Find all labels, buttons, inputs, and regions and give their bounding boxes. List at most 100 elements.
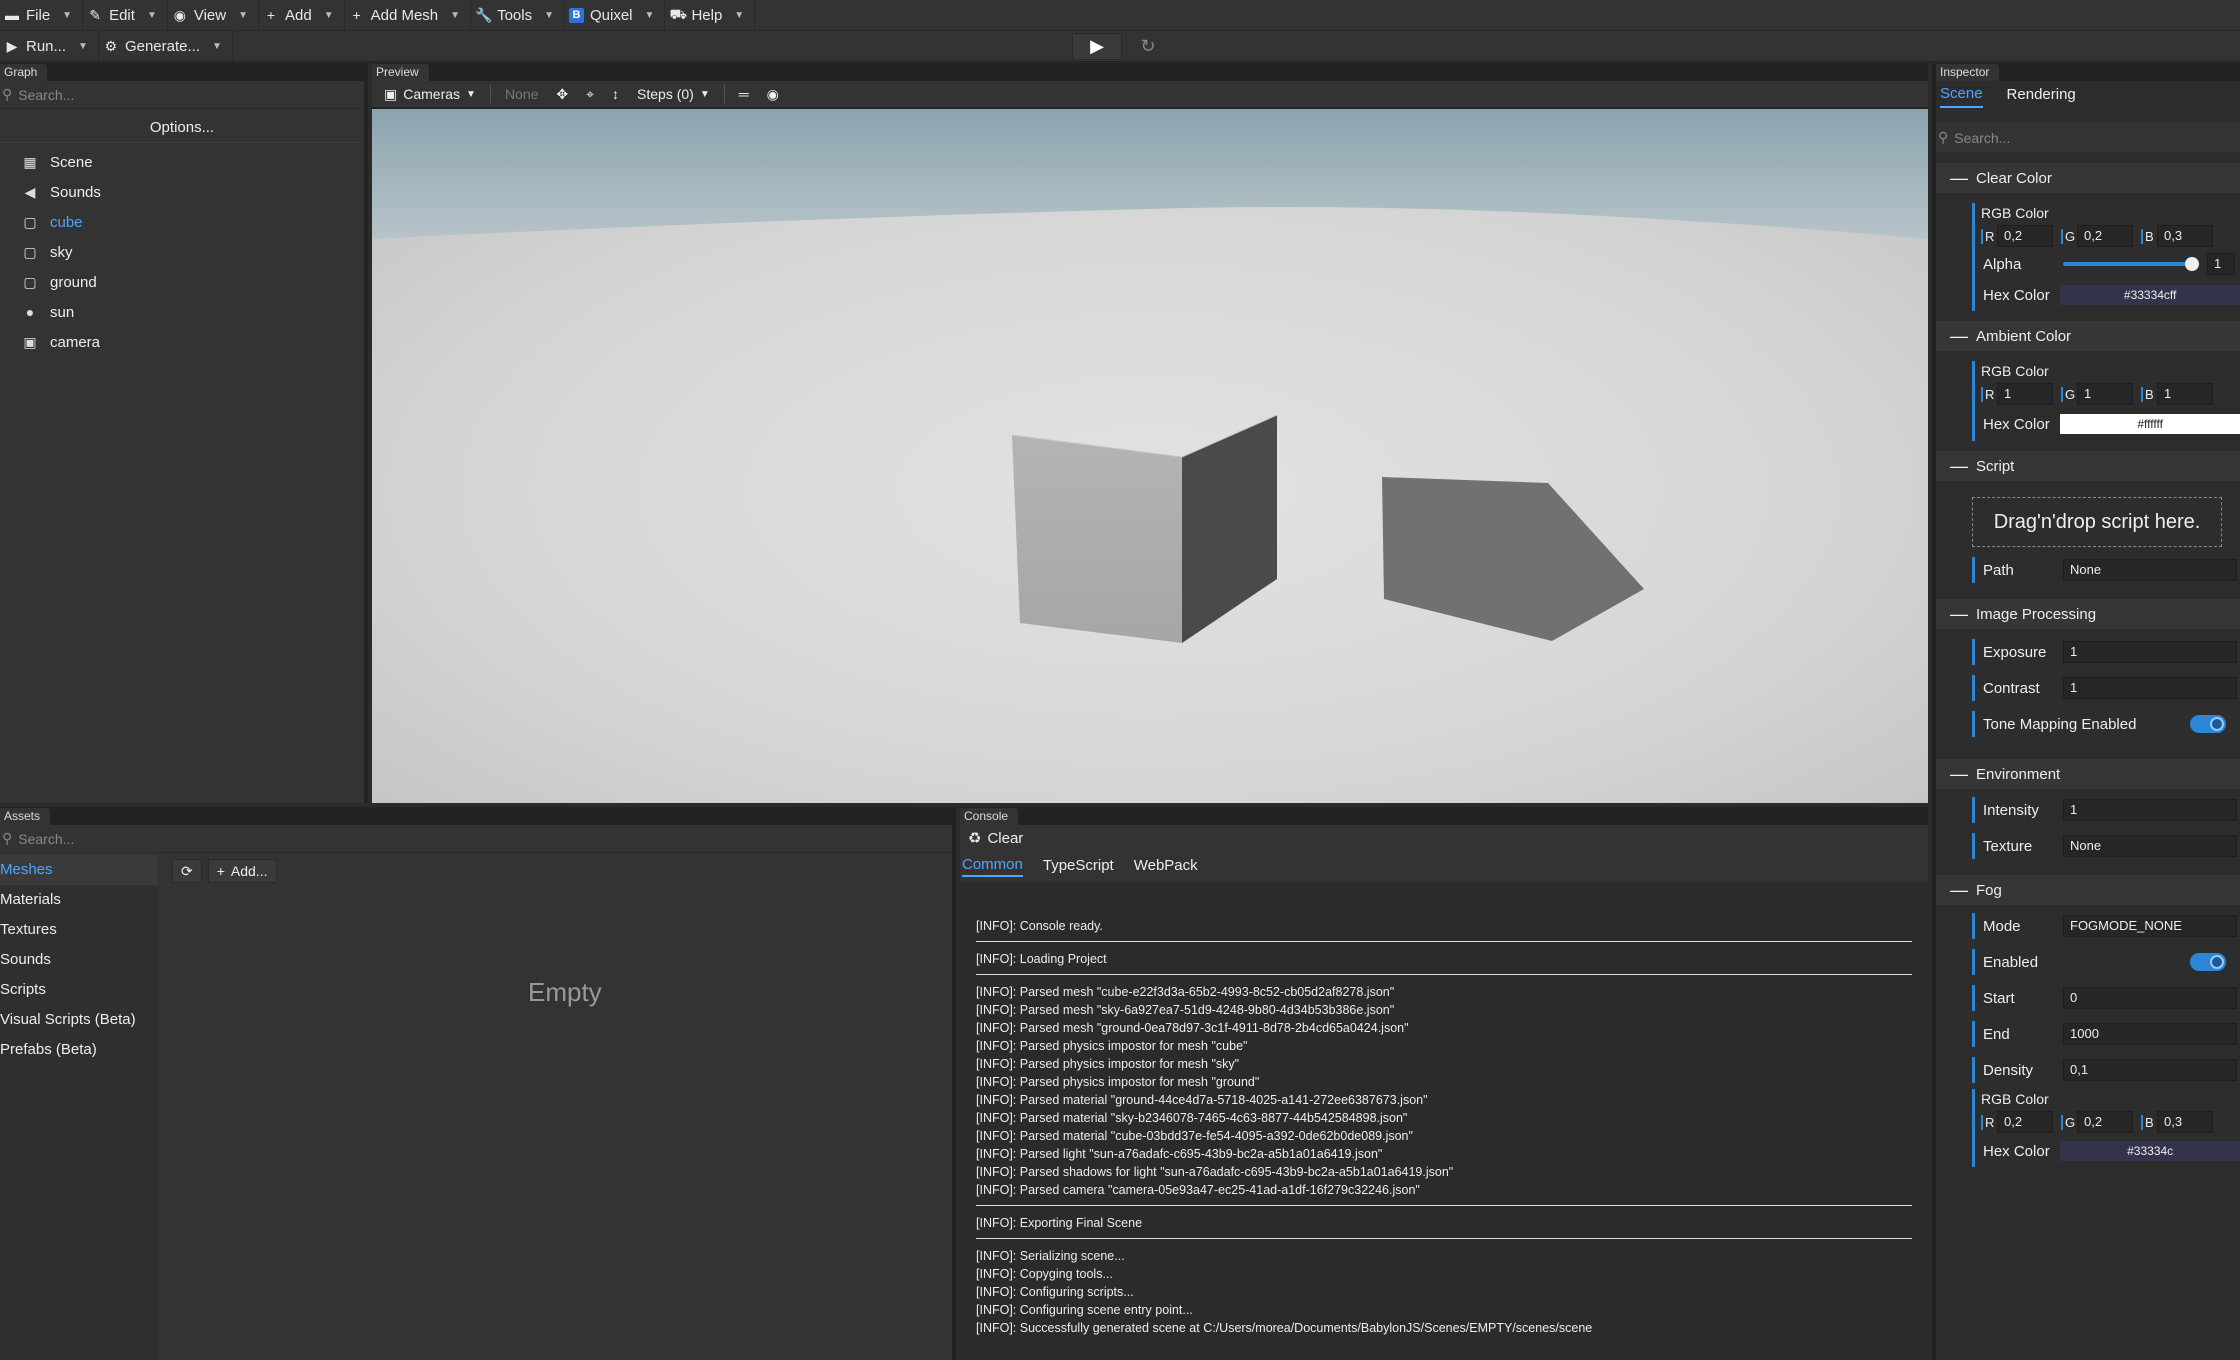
graph-item-label: cube — [50, 213, 83, 231]
graph-item-sounds[interactable]: ◀ Sounds — [0, 177, 364, 207]
assets-search-input[interactable] — [18, 830, 779, 847]
graph-item-camera[interactable]: ▣ camera — [0, 327, 364, 357]
scale-gizmo-button[interactable]: ↕ — [608, 81, 623, 107]
ambient-color-hex-input[interactable]: #ffffff — [2060, 414, 2240, 434]
graph-search-input[interactable] — [18, 86, 308, 103]
steps-dropdown[interactable]: Steps (0) ▼ — [633, 81, 714, 107]
clear-button[interactable]: ♻ Clear — [960, 825, 1928, 851]
asset-category-visual-scripts-beta[interactable]: Visual Scripts (Beta) — [0, 1005, 158, 1035]
fog-enabled-toggle[interactable] — [2190, 953, 2226, 971]
intensity-input[interactable]: 1 — [2063, 799, 2237, 821]
tab-rendering[interactable]: Rendering — [2007, 86, 2076, 107]
inspector-tab[interactable]: Inspector — [1936, 64, 2000, 81]
gizmo-none-button[interactable]: None — [501, 81, 542, 107]
asset-category-meshes[interactable]: Meshes — [0, 855, 158, 885]
fog-hex-input[interactable]: #33334c — [2060, 1141, 2240, 1161]
view-menu[interactable]: ◉ View ▼ — [168, 0, 259, 31]
refresh-button[interactable]: ⟳ — [172, 859, 202, 883]
recycle-icon: ♻ — [968, 830, 982, 847]
asset-category-sounds[interactable]: Sounds — [0, 945, 158, 975]
graph-item-cube[interactable]: ▢ cube — [0, 207, 364, 237]
alpha-input[interactable]: 1 — [2207, 253, 2235, 275]
fog-color-b-input[interactable]: 0,3 — [2157, 1111, 2213, 1133]
ambient-color-r-input[interactable]: 1 — [1997, 383, 2053, 405]
contrast-input[interactable]: 1 — [2063, 677, 2237, 699]
folder-icon: ▬ — [5, 7, 19, 23]
clear-color-b-input[interactable]: 0,3 — [2157, 225, 2213, 247]
alpha-slider[interactable] — [2063, 257, 2199, 271]
fog-mode-select[interactable]: FOGMODE_NONE — [2063, 915, 2237, 937]
ambient-color-header[interactable]: — Ambient Color — [1936, 321, 2240, 351]
inspector-panel: Inspector Scene Rendering ⚲ —Clear Color… — [1932, 63, 2240, 1360]
fog-color-g-input[interactable]: 0,2 — [2077, 1111, 2133, 1133]
play-icon: ▶ — [6, 37, 18, 54]
asset-category-scripts[interactable]: Scripts — [0, 975, 158, 1005]
options-button[interactable]: Options... — [0, 113, 364, 143]
clear-color-r-input[interactable]: 0,2 — [1997, 225, 2053, 247]
preview-tab[interactable]: Preview — [372, 64, 429, 81]
image-processing-header[interactable]: — Image Processing — [1936, 599, 2240, 629]
tab-common[interactable]: Common — [962, 856, 1023, 877]
asset-categories: Meshes Materials Textures Sounds Scripts Visu… — [0, 855, 158, 1065]
inspector-search-input[interactable] — [1954, 129, 2196, 146]
tab-scene[interactable]: Scene — [1940, 85, 1983, 108]
restart-button[interactable]: ↻ — [1128, 33, 1168, 60]
asset-category-textures[interactable]: Textures — [0, 915, 158, 945]
scene-viewport[interactable] — [372, 109, 1928, 803]
tone-mapping-toggle[interactable] — [2190, 715, 2226, 733]
help-menu[interactable]: ⛟ Help ▼ — [665, 0, 756, 31]
fog-density-input[interactable]: 0,1 — [2063, 1059, 2237, 1081]
graph-item-sun[interactable]: ● sun — [0, 297, 364, 327]
generate-menu[interactable]: ⚙ Generate... ▼ — [99, 31, 233, 61]
rotate-gizmo-button[interactable]: ⌖ — [582, 81, 598, 107]
fog-end-input[interactable]: 1000 — [2063, 1023, 2237, 1045]
tab-typescript[interactable]: TypeScript — [1043, 857, 1114, 876]
tools-menu[interactable]: 🔧 Tools ▼ — [471, 0, 565, 31]
graph-item-scene[interactable]: ▦ Scene — [0, 147, 364, 177]
add-menu[interactable]: + Add ▼ — [259, 0, 345, 31]
add-mesh-menu[interactable]: + Add Mesh ▼ — [345, 0, 472, 31]
exposure-input[interactable]: 1 — [2063, 641, 2237, 663]
console-tab[interactable]: Console — [960, 808, 1019, 825]
gears-icon: ⚙ — [104, 37, 118, 54]
image-processing-section: — Image Processing Exposure 1 Contrast 1 … — [1936, 599, 2240, 737]
asset-category-prefabs-beta[interactable]: Prefabs (Beta) — [0, 1035, 158, 1065]
quixel-menu[interactable]: B Quixel ▼ — [565, 0, 666, 31]
graph-item-sky[interactable]: ▢ sky — [0, 237, 364, 267]
clear-color-header[interactable]: — Clear Color — [1936, 163, 2240, 193]
clear-color-rgb: RGB Color R 0,2 G 0,2 B 0,3 — [1972, 203, 2240, 249]
equals-button[interactable]: ═ — [735, 81, 753, 107]
preview-panel: Preview ▣ Cameras ▼ None ✥ ⌖ ↕ Steps (0) ▼ … — [372, 63, 1928, 803]
assets-tab[interactable]: Assets — [0, 808, 51, 825]
graph-item-label: sun — [50, 303, 75, 321]
ambient-color-g-input[interactable]: 1 — [2077, 383, 2133, 405]
move-gizmo-button[interactable]: ✥ — [552, 81, 572, 107]
graph-item-ground[interactable]: ▢ ground — [0, 267, 364, 297]
script-path-input[interactable]: None — [2063, 559, 2237, 581]
ambient-color-b-input[interactable]: 1 — [2157, 383, 2213, 405]
fog-density-row: Density 0,1 — [1972, 1057, 2240, 1083]
mesh-icon: ▢ — [23, 213, 37, 230]
clear-color-g-input[interactable]: 0,2 — [2077, 225, 2133, 247]
tab-webpack[interactable]: WebPack — [1134, 857, 1198, 876]
run-menu[interactable]: ▶ Run... ▼ — [0, 31, 99, 61]
texture-input[interactable]: None — [2063, 835, 2237, 857]
play-button[interactable]: ▶ — [1072, 33, 1122, 60]
edit-menu[interactable]: ✎ Edit ▼ — [83, 0, 168, 31]
camera-icon: ▣ — [384, 85, 398, 102]
fog-start-input[interactable]: 0 — [2063, 987, 2237, 1009]
fog-header[interactable]: — Fog — [1936, 875, 2240, 905]
add-asset-button[interactable]: + Add... — [207, 859, 277, 883]
clear-color-hex-input[interactable]: #33334cff — [2060, 285, 2240, 305]
file-menu[interactable]: ▬ File ▼ — [0, 0, 84, 31]
fog-color-r-input[interactable]: 0,2 — [1997, 1111, 2053, 1133]
asset-category-materials[interactable]: Materials — [0, 885, 158, 915]
script-header[interactable]: — Script — [1936, 451, 2240, 481]
log-line: [INFO]: Configuring scripts... — [976, 1285, 1134, 1299]
cameras-dropdown[interactable]: ▣ Cameras ▼ — [380, 81, 480, 107]
visibility-button[interactable]: ◉ — [763, 81, 783, 107]
script-dropzone[interactable]: Drag'n'drop script here. — [1972, 497, 2222, 547]
environment-header[interactable]: — Environment — [1936, 759, 2240, 789]
alpha-slider-handle[interactable] — [2185, 257, 2199, 271]
graph-tab[interactable]: Graph — [0, 64, 48, 81]
